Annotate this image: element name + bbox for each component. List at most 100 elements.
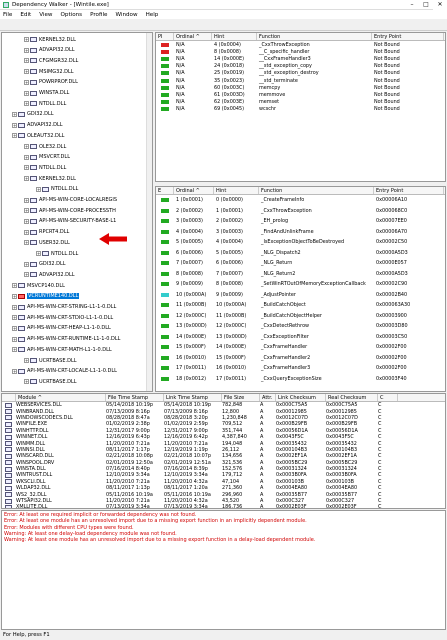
column-header[interactable]: Attr.: [260, 394, 276, 401]
table-row[interactable]: N/A 4 (0x0004) _CxxThrowException Not Bound: [156, 41, 445, 48]
table-row[interactable]: 17 (0x0011) 16 (0x0010) _CxxFrameHandler3 0…: [156, 363, 445, 374]
table-row[interactable]: 12 (0x000C) 11 (0x000B) _BuildCatchObjectH…: [156, 311, 445, 322]
table-row[interactable]: 18 (0x0012) 17 (0x0011) _CxxQueryException…: [156, 374, 445, 385]
tree-scrollbar[interactable]: [146, 33, 152, 391]
column-header[interactable]: Hint: [214, 187, 259, 194]
table-row[interactable]: 6 (0x0006) 5 (0x0005) _NLG_Dispatch2 0x0000…: [156, 248, 445, 259]
tree-item[interactable]: + NTDLL.DLL: [24, 164, 66, 171]
column-header[interactable]: Function: [259, 187, 374, 194]
table-row[interactable]: N/A 61 (0x003D) memmove Not Bound: [156, 91, 445, 98]
expand-icon[interactable]: +: [24, 154, 29, 160]
tree-item[interactable]: + MSVCRT.DLL: [24, 154, 70, 161]
table-row[interactable]: WINSPOOL.DRV 02/01/2019 12:50a 02/01/2019 …: [2, 460, 445, 466]
table-row[interactable]: N/A 8 (0x0008) __C_specific_handler Not Bou…: [156, 48, 445, 55]
expand-icon[interactable]: +: [36, 186, 41, 192]
menu-window[interactable]: Window: [116, 12, 138, 18]
table-row[interactable]: WINHTTP.DLL 12/31/2017 9:00p 12/31/2017 9:…: [2, 428, 445, 434]
table-row[interactable]: 4 (0x0004) 3 (0x0003) _FindAndUnlinkFrame 0…: [156, 227, 445, 238]
table-row[interactable]: WINDOWSCODECS.DLL 08/28/2018 8:47a 08/28/2…: [2, 415, 445, 421]
column-header[interactable]: E: [156, 187, 174, 194]
tree-item[interactable]: + NTDLL.DLL: [36, 250, 78, 257]
expand-icon[interactable]: +: [24, 358, 29, 363]
table-row[interactable]: N/A 25 (0x0019) __std_exception_destroy Not…: [156, 70, 445, 77]
expand-icon[interactable]: +: [24, 218, 29, 224]
maximize-button[interactable]: □: [419, 0, 433, 10]
menu-options[interactable]: Options: [61, 12, 83, 18]
expand-icon[interactable]: +: [24, 208, 29, 214]
tree-item[interactable]: + KERNEL32.DLL: [24, 36, 76, 43]
tree-item[interactable]: + GDI32.DLL: [24, 261, 66, 268]
column-header[interactable]: Real Checksum: [326, 394, 378, 401]
column-header[interactable]: File Time Stamp: [106, 394, 164, 401]
table-row[interactable]: 8 (0x0008) 7 (0x0007) _NLG_Return2 0x0000A5…: [156, 269, 445, 280]
table-row[interactable]: 13 (0x000D) 12 (0x000C) _CxxDetectRethrow 0…: [156, 321, 445, 332]
tree-item[interactable]: + RPCRT4.DLL: [24, 229, 69, 236]
tree-item[interactable]: + ADVAPI32.DLL: [24, 271, 75, 278]
table-row[interactable]: WKSCLI.DLL 11/20/2010 7:21a 11/20/2010 4:3…: [2, 479, 445, 485]
column-header[interactable]: [2, 394, 16, 401]
expand-icon[interactable]: +: [24, 240, 29, 246]
table-row[interactable]: WINBRAND.DLL 07/13/2009 8:16p 07/13/2009 8…: [2, 408, 445, 415]
expand-icon[interactable]: +: [24, 176, 29, 182]
table-row[interactable]: WININET.DLL 12/16/2019 6:43p 12/16/2019 6:…: [2, 434, 445, 440]
tree-item[interactable]: + API-MS-WIN-CRT-RUNTIME-L1-1-0.DLL: [12, 336, 120, 343]
expand-icon[interactable]: +: [12, 133, 17, 139]
table-row[interactable]: N/A 60 (0x003C) memcpy Not Bound: [156, 84, 445, 91]
expand-icon[interactable]: +: [24, 144, 29, 149]
tree-item[interactable]: + UCRTBASE.DLL: [24, 357, 77, 364]
column-header[interactable]: Hint: [212, 33, 257, 40]
table-row[interactable]: 7 (0x0007) 6 (0x0006) _NLG_Return 0x0000E05…: [156, 258, 445, 269]
tree-item[interactable]: + OLEAUT32.DLL: [12, 132, 64, 139]
expand-icon[interactable]: +: [12, 293, 17, 299]
tree-item[interactable]: + KERNEL32.DLL: [24, 175, 76, 182]
table-row[interactable]: WTSAPI32.DLL 11/20/2010 7:21a 11/20/2010 4…: [2, 498, 445, 504]
expand-icon[interactable]: +: [24, 58, 29, 64]
column-header[interactable]: Link Time Stamp: [164, 394, 222, 401]
table-row[interactable]: 16 (0x0010) 15 (0x000F) _CxxFrameHandler2 0…: [156, 353, 445, 364]
column-header[interactable]: Module ^: [16, 394, 106, 401]
minimize-button[interactable]: –: [405, 0, 419, 10]
expand-icon[interactable]: +: [24, 101, 29, 107]
table-row[interactable]: 14 (0x000E) 13 (0x000D) _CxxExceptionFilte…: [156, 332, 445, 343]
expand-icon[interactable]: +: [24, 272, 29, 278]
table-row[interactable]: WINMM.DLL 11/20/2010 7:21a 11/20/2010 7:21…: [2, 440, 445, 447]
table-row[interactable]: 3 (0x0003) 2 (0x0002) _EH_prolog 0x00007EE0: [156, 216, 445, 227]
expand-icon[interactable]: +: [24, 261, 29, 267]
expand-icon[interactable]: +: [24, 47, 29, 53]
table-row[interactable]: 10 (0x000A) 9 (0x0009) _AdjustPointer 0x000…: [156, 290, 445, 301]
column-header[interactable]: Entry Point: [372, 33, 444, 40]
expand-icon[interactable]: +: [24, 165, 29, 171]
expand-icon[interactable]: +: [12, 325, 17, 331]
expand-icon[interactable]: +: [12, 122, 17, 128]
tree-item[interactable]: + API-MS-WIN-CRT-STDIO-L1-1-0.DLL: [12, 314, 113, 321]
tree-item[interactable]: + POWRPROF.DLL: [24, 79, 78, 86]
table-row[interactable]: WINNSI.DLL 08/11/2017 1:17p 12/19/2019 1:1…: [2, 447, 445, 453]
table-row[interactable]: 9 (0x0009) 8 (0x0008) _SetWinRTOutOfMemory…: [156, 279, 445, 290]
tree-item[interactable]: + WINSTA.DLL: [24, 90, 69, 97]
column-header[interactable]: Ordinal ^: [174, 33, 212, 40]
table-row[interactable]: WINSTA.DLL 07/16/2014 8:40p 07/16/2014 8:3…: [2, 466, 445, 472]
column-header[interactable]: Ordinal ^: [174, 187, 214, 194]
menu-help[interactable]: Help: [146, 12, 159, 18]
tree-item[interactable]: + API-MS-WIN-CRT-STRING-L1-1-0.DLL: [12, 304, 116, 311]
table-row[interactable]: XMLLITE.DLL 07/13/2019 3:34a 07/13/2019 3:…: [2, 504, 445, 508]
expand-icon[interactable]: +: [12, 368, 17, 374]
table-row[interactable]: WS2_32.DLL 05/11/2016 10:19a 05/11/2016 10…: [2, 491, 445, 498]
expand-icon[interactable]: +: [24, 229, 29, 235]
table-row[interactable]: WEBSERVICES.DLL 05/14/2018 10:19p 05/14/20…: [2, 402, 445, 408]
tree-item[interactable]: + CFGMGR32.DLL: [24, 57, 78, 64]
table-row[interactable]: WINFILE.EXE 01/02/2019 2:38p 01/02/2019 2:…: [2, 421, 445, 427]
tree-item[interactable]: + MSVCP140.DLL: [12, 282, 65, 289]
table-row[interactable]: 1 (0x0001) 0 (0x0000) _CreateFrameInfo 0x00…: [156, 195, 445, 206]
expand-icon[interactable]: +: [24, 197, 29, 203]
menu-view[interactable]: View: [39, 12, 52, 18]
column-header[interactable]: File Size: [222, 394, 260, 401]
module-tree[interactable]: + KERNEL32.DLL + ADVAPI32.DLL + CFGMGR32.DLL +…: [1, 32, 153, 392]
menu-edit[interactable]: Edit: [20, 12, 31, 18]
tree-item[interactable]: + NTDLL.DLL: [24, 100, 66, 107]
tree-item[interactable]: + GDI32.DLL: [12, 111, 54, 118]
tree-item[interactable]: + VCRUNTIME140.DLL: [12, 293, 80, 300]
tree-item[interactable]: + API-MS-WIN-CRT-HEAP-L1-1-0.DLL: [12, 325, 111, 332]
table-row[interactable]: N/A 69 (0x0045) wcschr Not Bound: [156, 106, 445, 113]
tree-item[interactable]: + API-MS-WIN-CRT-MATH-L1-1-0.DLL: [12, 346, 112, 353]
